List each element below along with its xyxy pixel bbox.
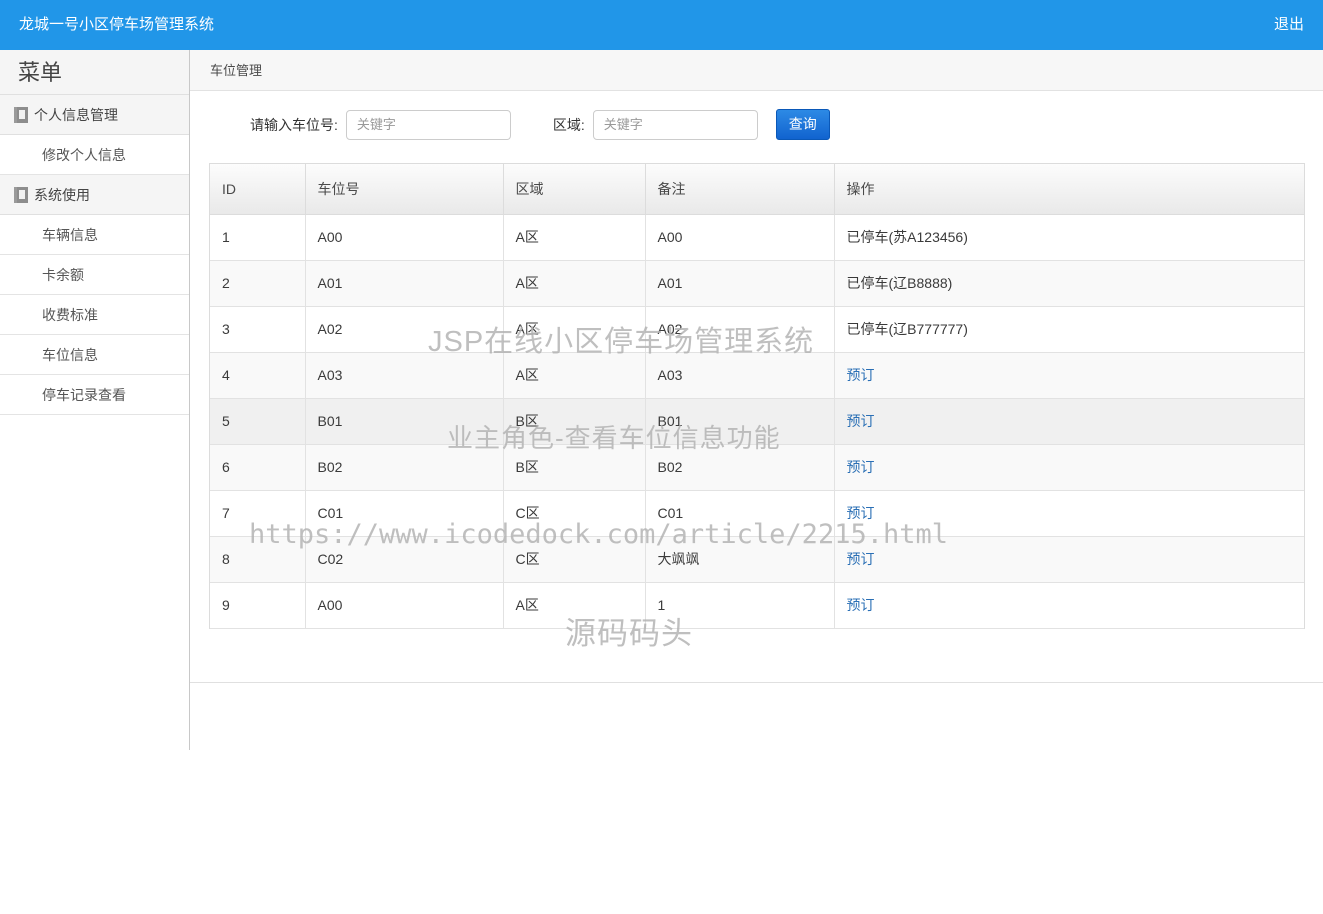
app-title[interactable]: 龙城一号小区停车场管理系统 bbox=[19, 0, 214, 50]
cell-note: 1 bbox=[645, 582, 835, 629]
reserve-link[interactable]: 预订 bbox=[847, 505, 875, 521]
parking-slot-table-wrapper: ID 车位号 区域 备注 操作 1 A00 A区 A00 已停车(苏A123456) 2 A… bbox=[209, 163, 1305, 629]
cell-area: A区 bbox=[503, 214, 646, 261]
cell-id: 3 bbox=[210, 306, 306, 353]
cell-note: A01 bbox=[645, 260, 835, 307]
sidebar-item-parking-record[interactable]: 停车记录查看 bbox=[0, 375, 189, 415]
column-header-area: 区域 bbox=[503, 164, 646, 215]
sidebar-item-edit-profile[interactable]: 修改个人信息 bbox=[0, 135, 189, 175]
cell-note: A02 bbox=[645, 306, 835, 353]
sidebar-group-system-usage[interactable]: 系统使用 bbox=[0, 175, 189, 215]
cell-id: 2 bbox=[210, 260, 306, 307]
cell-id: 7 bbox=[210, 490, 306, 537]
reserve-link[interactable]: 预订 bbox=[847, 597, 875, 613]
cell-operation: 预订 bbox=[834, 582, 1304, 629]
table-header-row: ID 车位号 区域 备注 操作 bbox=[210, 164, 1304, 215]
parked-status-text: 已停车(辽B8888) bbox=[846, 275, 953, 291]
breadcrumb: 车位管理 bbox=[190, 50, 1323, 91]
main-content: 车位管理 请输入车位号: 区域: 查询 ID 车位号 区域 备注 操作 1A00… bbox=[190, 50, 1323, 683]
table-row: 4 A03 A区 A03 预订 bbox=[210, 352, 1304, 399]
cell-slot-number: C02 bbox=[305, 536, 504, 583]
book-icon bbox=[14, 186, 28, 203]
cell-area: B区 bbox=[503, 398, 646, 445]
cell-area: A区 bbox=[503, 582, 646, 629]
cell-id: 5 bbox=[210, 398, 306, 445]
sidebar-group-personal-info[interactable]: 个人信息管理 bbox=[0, 95, 189, 135]
area-input[interactable] bbox=[592, 109, 758, 140]
cell-area: A区 bbox=[503, 260, 646, 307]
cell-operation: 预订 bbox=[834, 536, 1304, 583]
parked-status-text: 已停车(苏A123456) bbox=[846, 229, 968, 245]
cell-slot-number: B01 bbox=[305, 398, 504, 445]
table-row: 1 A00 A区 A00 已停车(苏A123456) bbox=[210, 214, 1304, 261]
cell-id: 8 bbox=[210, 536, 306, 583]
sidebar-title: 菜单 bbox=[0, 50, 189, 95]
cell-slot-number: A02 bbox=[305, 306, 504, 353]
cell-slot-number: B02 bbox=[305, 444, 504, 491]
cell-note: B01 bbox=[645, 398, 835, 445]
cell-operation: 预订 bbox=[834, 398, 1304, 445]
table-row: 2 A01 A区 A01 已停车(辽B8888) bbox=[210, 260, 1304, 307]
logout-button[interactable]: 退出 bbox=[1274, 0, 1304, 50]
column-header-slot: 车位号 bbox=[305, 164, 504, 215]
cell-area: C区 bbox=[503, 536, 646, 583]
column-header-id: ID bbox=[210, 164, 306, 215]
area-label: 区域: bbox=[552, 116, 585, 133]
sidebar-item-parking-slot[interactable]: 车位信息 bbox=[0, 335, 189, 375]
cell-slot-number: A01 bbox=[305, 260, 504, 307]
query-button[interactable]: 查询 bbox=[775, 109, 830, 140]
cell-area: C区 bbox=[503, 490, 646, 537]
cell-slot-number: C01 bbox=[305, 490, 504, 537]
reserve-link[interactable]: 预订 bbox=[847, 551, 875, 567]
cell-id: 1 bbox=[210, 214, 306, 261]
reserve-link[interactable]: 预订 bbox=[847, 459, 875, 475]
cell-area: A区 bbox=[503, 352, 646, 399]
reserve-link[interactable]: 预订 bbox=[847, 413, 875, 429]
sidebar-item-vehicle-info[interactable]: 车辆信息 bbox=[0, 215, 189, 255]
cell-slot-number: A03 bbox=[305, 352, 504, 399]
cell-note: C01 bbox=[645, 490, 835, 537]
table-row: 6 B02 B区 B02 预订 bbox=[210, 444, 1304, 491]
column-header-note: 备注 bbox=[645, 164, 835, 215]
sidebar-item-card-balance[interactable]: 卡余额 bbox=[0, 255, 189, 295]
table-row: 9 A00 A区 1 预订 bbox=[210, 582, 1304, 629]
cell-note: A03 bbox=[645, 352, 835, 399]
sidebar-item-fee-standard[interactable]: 收费标准 bbox=[0, 295, 189, 335]
table-body: 1 A00 A区 A00 已停车(苏A123456) 2 A01 A区 A01 已停车(辽B888… bbox=[210, 214, 1304, 629]
top-navbar: 龙城一号小区停车场管理系统 退出 bbox=[0, 0, 1323, 50]
cell-operation: 已停车(辽B8888) bbox=[834, 260, 1304, 307]
column-header-op: 操作 bbox=[834, 164, 1304, 215]
reserve-link[interactable]: 预订 bbox=[847, 367, 875, 383]
table-row: 3 A02 A区 A02 已停车(辽B777777) bbox=[210, 306, 1304, 353]
cell-id: 9 bbox=[210, 582, 306, 629]
cell-operation: 预订 bbox=[834, 444, 1304, 491]
cell-slot-number: A00 bbox=[305, 214, 504, 261]
cell-note: A00 bbox=[645, 214, 835, 261]
cell-area: B区 bbox=[503, 444, 646, 491]
cell-operation: 预订 bbox=[834, 352, 1304, 399]
slot-number-label: 请输入车位号: bbox=[250, 116, 338, 133]
sidebar-group-label: 个人信息管理 bbox=[34, 106, 118, 123]
cell-slot-number: A00 bbox=[305, 582, 504, 629]
cell-operation: 已停车(苏A123456) bbox=[834, 214, 1304, 261]
table-row: 8 C02 C区 大飒飒 预订 bbox=[210, 536, 1304, 583]
cell-area: A区 bbox=[503, 306, 646, 353]
table-row: 7 C01 C区 C01 预订 bbox=[210, 490, 1304, 537]
sidebar-group-label: 系统使用 bbox=[34, 186, 90, 203]
parking-slot-table: ID 车位号 区域 备注 操作 1 A00 A区 A00 已停车(苏A123456) 2 A… bbox=[210, 164, 1304, 629]
cell-id: 6 bbox=[210, 444, 306, 491]
cell-note: B02 bbox=[645, 444, 835, 491]
table-header: ID 车位号 区域 备注 操作 bbox=[210, 164, 1304, 215]
table-row: 5 B01 B区 B01 预订 bbox=[210, 398, 1304, 445]
sidebar: 菜单 个人信息管理 修改个人信息 系统使用 车辆信息 卡余额 收费标准 车位信息… bbox=[0, 50, 190, 750]
parked-status-text: 已停车(辽B777777) bbox=[846, 321, 968, 337]
book-icon bbox=[14, 106, 28, 123]
cell-operation: 预订 bbox=[834, 490, 1304, 537]
cell-operation: 已停车(辽B777777) bbox=[834, 306, 1304, 353]
slot-number-input[interactable] bbox=[345, 109, 511, 140]
search-toolbar: 请输入车位号: 区域: 查询 bbox=[190, 91, 1323, 158]
cell-id: 4 bbox=[210, 352, 306, 399]
cell-note: 大飒飒 bbox=[645, 536, 835, 583]
